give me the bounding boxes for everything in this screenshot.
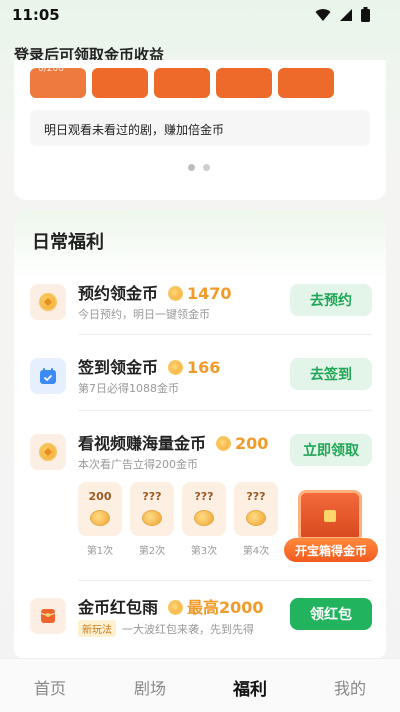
reward-day: 第3次 bbox=[190, 546, 218, 557]
welfare-title: 日常福利 bbox=[32, 232, 104, 253]
progress-chip bbox=[278, 68, 334, 98]
reward-step[interactable]: ??? 第3次 bbox=[182, 482, 226, 557]
divider bbox=[78, 580, 372, 581]
status-bar: 11:05 bbox=[0, 0, 400, 30]
task-desc: 新玩法 一大波红包来袭，先到先得 bbox=[78, 620, 254, 637]
nav-profile[interactable]: 我的 bbox=[300, 659, 400, 712]
coin-icon bbox=[168, 600, 184, 615]
coin-stack-icon bbox=[90, 510, 110, 526]
reward-step[interactable]: ??? 第2次 bbox=[130, 482, 174, 557]
claim-now-button[interactable]: 立即领取 bbox=[290, 434, 372, 466]
nav-welfare[interactable]: 福利 bbox=[200, 659, 300, 712]
coin-icon bbox=[168, 360, 184, 375]
coin-icon bbox=[30, 284, 66, 320]
status-time: 11:05 bbox=[12, 6, 60, 24]
watch-tip: 明日观看未看过的剧，赚加倍金币 bbox=[30, 110, 370, 146]
task-title: 签到领金币 166 bbox=[78, 358, 221, 377]
task-desc: 第7日必得1088金币 bbox=[78, 382, 179, 395]
treasure-chest-button[interactable]: 开宝箱得金币 bbox=[284, 486, 378, 568]
reward-value: ??? bbox=[246, 490, 266, 503]
nav-home[interactable]: 首页 bbox=[0, 659, 100, 712]
carousel-dot[interactable] bbox=[203, 164, 210, 171]
reward-day: 第4次 bbox=[242, 546, 270, 557]
reward-day: 第1次 bbox=[86, 546, 114, 557]
nav-theater[interactable]: 剧场 bbox=[100, 659, 200, 712]
reward-value: ??? bbox=[142, 490, 162, 503]
calendar-icon bbox=[30, 358, 66, 394]
divider bbox=[78, 410, 372, 411]
reward-value: ??? bbox=[194, 490, 214, 503]
reward-value: 200 bbox=[88, 490, 112, 503]
daily-welfare-card: 日常福利 预约领金币 1470 今日预约，明日一键领金币 去预约 签到领金币 166… bbox=[14, 210, 386, 660]
coin-icon bbox=[168, 286, 184, 301]
reward-step[interactable]: ??? 第4次 bbox=[234, 482, 278, 557]
progress-chip-label: 0/200 bbox=[38, 64, 64, 74]
coin-icon bbox=[30, 434, 66, 470]
claim-red-packet-button[interactable]: 领红包 bbox=[290, 598, 372, 630]
task-desc: 本次看广告立得200金币 bbox=[78, 458, 198, 471]
coin-icon bbox=[216, 436, 232, 451]
reward-step[interactable]: 200 第1次 bbox=[78, 482, 122, 557]
task-title: 看视频赚海量金币 200 bbox=[78, 434, 269, 453]
coin-stack-icon bbox=[142, 510, 162, 526]
coin-stack-icon bbox=[194, 510, 214, 526]
coin-progress-strip bbox=[30, 68, 334, 98]
reward-steps: 200 第1次 ??? 第2次 ??? 第3次 ??? 第4次 bbox=[78, 482, 278, 557]
checkin-button[interactable]: 去签到 bbox=[290, 358, 372, 390]
new-feature-badge: 新玩法 bbox=[78, 620, 116, 637]
carousel-dots bbox=[188, 164, 210, 171]
coin-stack-icon bbox=[246, 510, 266, 526]
task-desc: 今日预约，明日一键领金币 bbox=[78, 308, 210, 321]
treasure-chest-label: 开宝箱得金币 bbox=[284, 538, 378, 562]
red-packet-icon bbox=[30, 598, 66, 634]
progress-chip bbox=[216, 68, 272, 98]
wifi-icon bbox=[315, 8, 331, 21]
bottom-nav: 首页 剧场 福利 我的 bbox=[0, 658, 400, 712]
signal-icon bbox=[340, 8, 352, 21]
status-icons bbox=[315, 7, 370, 22]
task-title: 预约领金币 1470 bbox=[78, 284, 232, 303]
carousel-dot[interactable] bbox=[188, 164, 195, 171]
task-title: 金币红包雨 最高2000 bbox=[78, 598, 264, 617]
battery-icon bbox=[361, 7, 370, 22]
reserve-button[interactable]: 去预约 bbox=[290, 284, 372, 316]
reward-day: 第2次 bbox=[138, 546, 166, 557]
progress-chip bbox=[154, 68, 210, 98]
continue-watching-card: 0/200 明日观看未看过的剧，赚加倍金币 bbox=[14, 60, 386, 200]
divider bbox=[78, 334, 372, 335]
progress-chip bbox=[92, 68, 148, 98]
